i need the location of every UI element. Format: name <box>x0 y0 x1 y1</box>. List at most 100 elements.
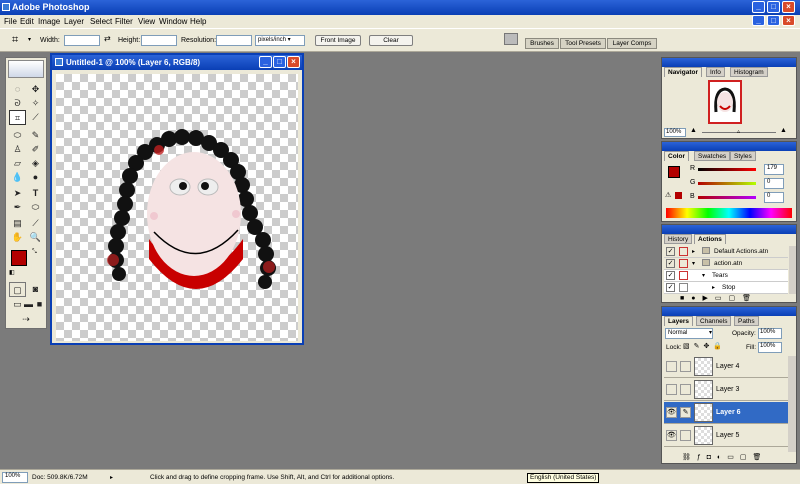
adobe-online-logo[interactable] <box>8 60 44 78</box>
palette-tab-tool-presets[interactable]: Tool Presets <box>560 38 606 49</box>
link-layers-icon[interactable]: ⛓ <box>682 454 697 461</box>
height-input[interactable] <box>141 35 177 46</box>
marquee-tool-icon[interactable]: ◌ <box>9 82 26 97</box>
palette-tab-brushes[interactable]: Brushes <box>525 38 559 49</box>
eyedropper-tool-icon[interactable]: ⟋ <box>27 216 44 231</box>
action-enable-checkbox[interactable]: ✓ <box>666 259 675 268</box>
tool-preset-arrow-icon[interactable]: ▾ <box>28 36 31 43</box>
menu-window[interactable]: Window <box>159 17 187 26</box>
collapse-arrow-icon[interactable]: ▾ <box>702 272 705 279</box>
channel-g-value[interactable]: 0 <box>764 178 784 189</box>
tab-paths[interactable]: Paths <box>734 316 759 326</box>
delete-layer-icon[interactable]: 🗑 <box>753 454 768 461</box>
swap-colors-icon[interactable]: ⤡ <box>32 249 37 256</box>
layer-row[interactable]: Layer 3 <box>664 379 796 401</box>
menu-layer[interactable]: Layer <box>64 17 84 26</box>
resolution-units-select[interactable]: pixels/inch ▾ <box>255 35 305 46</box>
action-enable-checkbox[interactable]: ✓ <box>666 247 675 256</box>
maximize-button[interactable]: □ <box>767 1 780 13</box>
menu-file[interactable]: File <box>4 17 17 26</box>
layers-scrollbar[interactable] <box>788 356 796 452</box>
magic-wand-tool-icon[interactable]: ✧ <box>27 96 44 111</box>
action-row[interactable]: ✓ ▾ Tears <box>664 270 788 282</box>
layer-row[interactable]: 👁 Layer 5 <box>664 425 796 447</box>
status-zoom-field[interactable]: 100% <box>2 472 28 483</box>
swap-dimensions-icon[interactable]: ⇄ <box>104 34 111 43</box>
action-set-row[interactable]: ✓ ▾ action.atn <box>664 258 788 270</box>
blend-mode-select[interactable]: Normal ▾ <box>665 328 713 339</box>
menu-edit[interactable]: Edit <box>20 17 34 26</box>
action-enable-checkbox[interactable]: ✓ <box>666 271 675 280</box>
minimize-button[interactable]: _ <box>752 1 765 13</box>
type-tool-icon[interactable]: T <box>27 186 44 201</box>
jump-to-imageready-icon[interactable]: ⇢ <box>9 312 43 327</box>
doc-minimize-button[interactable]: _ <box>752 15 765 26</box>
layer-row-selected[interactable]: 👁 ✎ Layer 6 <box>664 402 796 424</box>
status-menu-arrow-icon[interactable]: ▸ <box>110 474 113 481</box>
play-icon[interactable]: ▶ <box>702 295 714 302</box>
slice-tool-icon[interactable]: ⟋ <box>27 110 44 125</box>
document-minimize-button[interactable]: _ <box>259 56 272 68</box>
doc-restore-button[interactable]: □ <box>767 15 780 26</box>
zoom-tool-icon[interactable]: 🔍 <box>27 230 44 245</box>
action-set-row[interactable]: ✓ ▸ Default Actions.atn <box>664 246 788 258</box>
tab-histogram[interactable]: Histogram <box>730 67 768 77</box>
history-brush-tool-icon[interactable]: ✐ <box>27 142 44 157</box>
menu-filter[interactable]: Filter <box>115 17 133 26</box>
layer-row[interactable]: Layer 4 <box>664 356 796 378</box>
menu-help[interactable]: Help <box>190 17 206 26</box>
healing-brush-tool-icon[interactable]: ⬭ <box>9 128 26 143</box>
tab-history[interactable]: History <box>664 234 693 244</box>
tab-navigator[interactable]: Navigator <box>664 67 702 77</box>
foreground-color-swatch[interactable] <box>11 250 27 266</box>
lasso-tool-icon[interactable]: ᘐ <box>9 96 26 111</box>
new-group-icon[interactable]: ▭ <box>727 454 740 461</box>
channel-r-slider[interactable] <box>698 168 756 171</box>
expand-arrow-icon[interactable]: ▸ <box>712 284 715 291</box>
paint-bucket-tool-icon[interactable]: ◈ <box>27 156 44 171</box>
document-maximize-button[interactable]: □ <box>273 56 286 68</box>
brush-tool-icon[interactable]: ✎ <box>27 128 44 143</box>
layer-style-icon[interactable]: ƒ <box>697 454 707 461</box>
eye-icon[interactable]: 👁 <box>666 407 677 418</box>
layer-visibility-toggle[interactable] <box>666 384 677 395</box>
lock-transparency-icon[interactable]: ▧ <box>683 343 694 350</box>
quick-mask-mode-icon[interactable]: ◙ <box>27 282 44 297</box>
dodge-tool-icon[interactable]: ● <box>27 170 44 185</box>
channel-b-slider[interactable] <box>698 196 756 199</box>
front-image-button[interactable]: Front Image <box>315 35 361 46</box>
lock-position-icon[interactable]: ✥ <box>704 343 714 350</box>
clear-button[interactable]: Clear <box>369 35 413 46</box>
action-dialog-toggle[interactable] <box>679 283 688 292</box>
new-set-icon[interactable]: ▭ <box>715 295 729 302</box>
record-icon[interactable]: ● <box>691 295 702 302</box>
resolution-input[interactable] <box>216 35 252 46</box>
blur-tool-icon[interactable]: 💧 <box>9 170 26 185</box>
channel-g-slider[interactable] <box>698 182 756 185</box>
action-enable-checkbox[interactable]: ✓ <box>666 283 675 292</box>
clone-stamp-tool-icon[interactable]: ♙ <box>9 142 26 157</box>
layer-visibility-toggle[interactable] <box>666 361 677 372</box>
eye-icon[interactable]: 👁 <box>666 430 677 441</box>
layer-link-toggle[interactable] <box>680 430 691 441</box>
status-doc-size[interactable]: Doc: 509.8K/6.72M <box>32 474 88 481</box>
channel-b-value[interactable]: 0 <box>764 192 784 203</box>
standard-mode-icon[interactable]: ▢ <box>9 282 26 297</box>
shape-tool-icon[interactable]: ⬭ <box>27 200 44 215</box>
menu-select[interactable]: Select <box>90 17 112 26</box>
delete-action-icon[interactable]: 🗑 <box>742 295 758 302</box>
color-ramp[interactable] <box>666 208 792 218</box>
width-input[interactable] <box>64 35 100 46</box>
lock-all-icon[interactable]: 🔒 <box>713 343 726 350</box>
tab-swatches[interactable]: Swatches <box>694 151 731 161</box>
crop-tool-icon[interactable]: ⌗ <box>12 33 26 47</box>
stop-icon[interactable]: ■ <box>680 295 691 302</box>
color-foreground-swatch[interactable] <box>668 166 680 178</box>
hand-tool-icon[interactable]: ✋ <box>9 230 26 245</box>
adjustment-layer-icon[interactable]: ◐ <box>717 454 727 461</box>
path-selection-tool-icon[interactable]: ➤ <box>9 186 26 201</box>
tab-styles[interactable]: Styles <box>730 151 756 161</box>
action-dialog-toggle[interactable] <box>679 271 688 280</box>
navigator-slider-thumb-icon[interactable]: ▵ <box>737 128 740 135</box>
fill-field[interactable]: 100% <box>758 342 782 353</box>
